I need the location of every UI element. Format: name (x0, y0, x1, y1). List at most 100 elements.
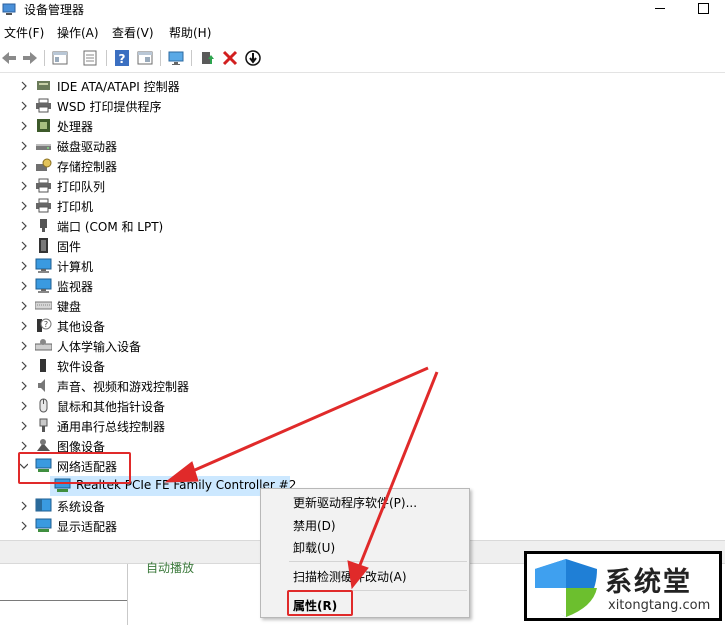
chevron-right-icon[interactable] (20, 81, 28, 91)
svg-text:?: ? (119, 52, 126, 66)
tree-item-usb[interactable]: 通用串行总线控制器 (0, 416, 300, 436)
menu-bar: 文件(F) 操作(A) 查看(V) 帮助(H) (0, 22, 725, 42)
menu-action[interactable]: 操作(A) (55, 24, 101, 41)
processor-icon (37, 119, 50, 132)
tree-item-display[interactable]: 显示适配器 (0, 516, 300, 536)
disk-icon (36, 144, 51, 150)
chevron-right-icon[interactable] (20, 141, 28, 151)
help-icon[interactable]: ? (113, 49, 131, 67)
background-pane (0, 564, 128, 625)
context-item-update-driver[interactable]: 更新驱动程序软件(P)... (293, 494, 417, 511)
chevron-right-icon[interactable] (20, 261, 28, 271)
chevron-right-icon[interactable] (20, 221, 28, 231)
mouse-icon (39, 398, 48, 413)
tree-item-wsd[interactable]: WSD 打印提供程序 (0, 96, 300, 116)
chevron-right-icon[interactable] (20, 441, 28, 451)
tree-item-label: 端口 (COM 和 LPT) (57, 220, 164, 234)
update-driver-icon[interactable] (198, 49, 216, 67)
title-bar: 设备管理器 (0, 0, 725, 20)
tree-item-label: 处理器 (57, 120, 94, 134)
forward-icon[interactable] (21, 49, 39, 67)
chevron-right-icon[interactable] (20, 301, 28, 311)
firmware-icon (39, 238, 48, 253)
tree-item-system[interactable]: 系统设备 (0, 496, 300, 516)
ide-controller-icon (37, 81, 50, 90)
camera-icon (37, 439, 50, 451)
tree-item-label: 系统设备 (57, 500, 106, 514)
svg-text:?: ? (44, 320, 48, 329)
context-item-disable[interactable]: 禁用(D) (293, 517, 336, 534)
tree-item-print-queue[interactable]: 打印队列 (0, 176, 300, 196)
tree-item-label: 磁盘驱动器 (57, 140, 118, 154)
tree-item-storage[interactable]: 存储控制器 (0, 156, 300, 176)
chevron-right-icon[interactable] (20, 401, 28, 411)
tree-item-disk[interactable]: 磁盘驱动器 (0, 136, 300, 156)
view-icon[interactable] (136, 49, 154, 67)
chevron-right-icon[interactable] (20, 381, 28, 391)
chevron-right-icon[interactable] (20, 421, 28, 431)
watermark-brand: 系统堂 (605, 567, 692, 598)
context-item-scan[interactable]: 扫描检测硬件改动(A) (293, 568, 407, 585)
tree-item-label: 鼠标和其他指针设备 (57, 400, 166, 414)
chevron-right-icon[interactable] (20, 101, 28, 111)
chevron-right-icon[interactable] (20, 321, 28, 331)
chevron-right-icon[interactable] (20, 361, 28, 371)
minimize-button[interactable] (648, 0, 672, 18)
tree-item-computer[interactable]: 计算机 (0, 256, 300, 276)
context-item-uninstall[interactable]: 卸载(U) (293, 539, 335, 556)
tree-item-label: 人体学输入设备 (57, 340, 142, 354)
printer-icon (36, 198, 51, 213)
watermark-logo: 系统堂 xitongtang.com (524, 551, 722, 621)
hid-icon (35, 339, 52, 351)
tree-item-firmware[interactable]: 固件 (0, 236, 300, 256)
keyboard-icon (35, 301, 52, 310)
toolbar-separator (160, 50, 161, 66)
tree-item-label: 监视器 (57, 280, 94, 294)
uninstall-icon[interactable] (221, 49, 239, 67)
printer-icon (36, 98, 51, 113)
tree-item-label: 打印队列 (57, 180, 106, 194)
chevron-right-icon[interactable] (20, 161, 28, 171)
tree-item-software[interactable]: 软件设备 (0, 356, 300, 376)
tree-item-label: WSD 打印提供程序 (57, 100, 162, 114)
tree-item-label: 计算机 (57, 260, 94, 274)
chevron-right-icon[interactable] (20, 201, 28, 211)
monitor-icon[interactable] (167, 49, 185, 67)
tree-item-hid[interactable]: 人体学输入设备 (0, 336, 300, 356)
disable-icon[interactable] (244, 49, 262, 67)
tree-item-printer[interactable]: 打印机 (0, 196, 300, 216)
chevron-right-icon[interactable] (20, 501, 28, 511)
usb-icon (39, 418, 48, 432)
chevron-right-icon[interactable] (20, 281, 28, 291)
back-icon[interactable] (0, 49, 18, 67)
tree-item-label: 显示适配器 (57, 520, 118, 534)
highlight-network-adapters (18, 452, 131, 484)
chevron-right-icon[interactable] (20, 121, 28, 131)
tree-item-processor[interactable]: 处理器 (0, 116, 300, 136)
tree-item-keyboard[interactable]: 键盘 (0, 296, 300, 316)
chevron-right-icon[interactable] (20, 241, 28, 251)
menu-file[interactable]: 文件(F) (2, 24, 46, 41)
tree-item-label: 存储控制器 (57, 160, 118, 174)
chevron-right-icon[interactable] (20, 341, 28, 351)
port-icon (40, 219, 47, 232)
tree-item-label: IDE ATA/ATAPI 控制器 (57, 80, 180, 94)
toolbar-separator (191, 50, 192, 66)
tree-item-other[interactable]: ? 其他设备 (0, 316, 300, 336)
tree-item-label: 固件 (57, 240, 82, 254)
menu-help[interactable]: 帮助(H) (167, 24, 213, 41)
tree-item-ide[interactable]: IDE ATA/ATAPI 控制器 (0, 76, 300, 96)
tree-item-ports[interactable]: 端口 (COM 和 LPT) (0, 216, 300, 236)
chevron-right-icon[interactable] (20, 181, 28, 191)
tree-item-label: 通用串行总线控制器 (57, 420, 166, 434)
show-hide-console-icon[interactable] (51, 49, 69, 67)
tree-item-mouse[interactable]: 鼠标和其他指针设备 (0, 396, 300, 416)
properties-icon[interactable] (81, 49, 99, 67)
maximize-button[interactable] (694, 0, 714, 18)
tree-item-monitor[interactable]: 监视器 (0, 276, 300, 296)
storage-controller-icon (36, 158, 52, 171)
tree-item-sound[interactable]: 声音、视频和游戏控制器 (0, 376, 300, 396)
chevron-right-icon[interactable] (20, 521, 28, 531)
computer-icon (35, 258, 52, 273)
menu-view[interactable]: 查看(V) (110, 24, 156, 41)
